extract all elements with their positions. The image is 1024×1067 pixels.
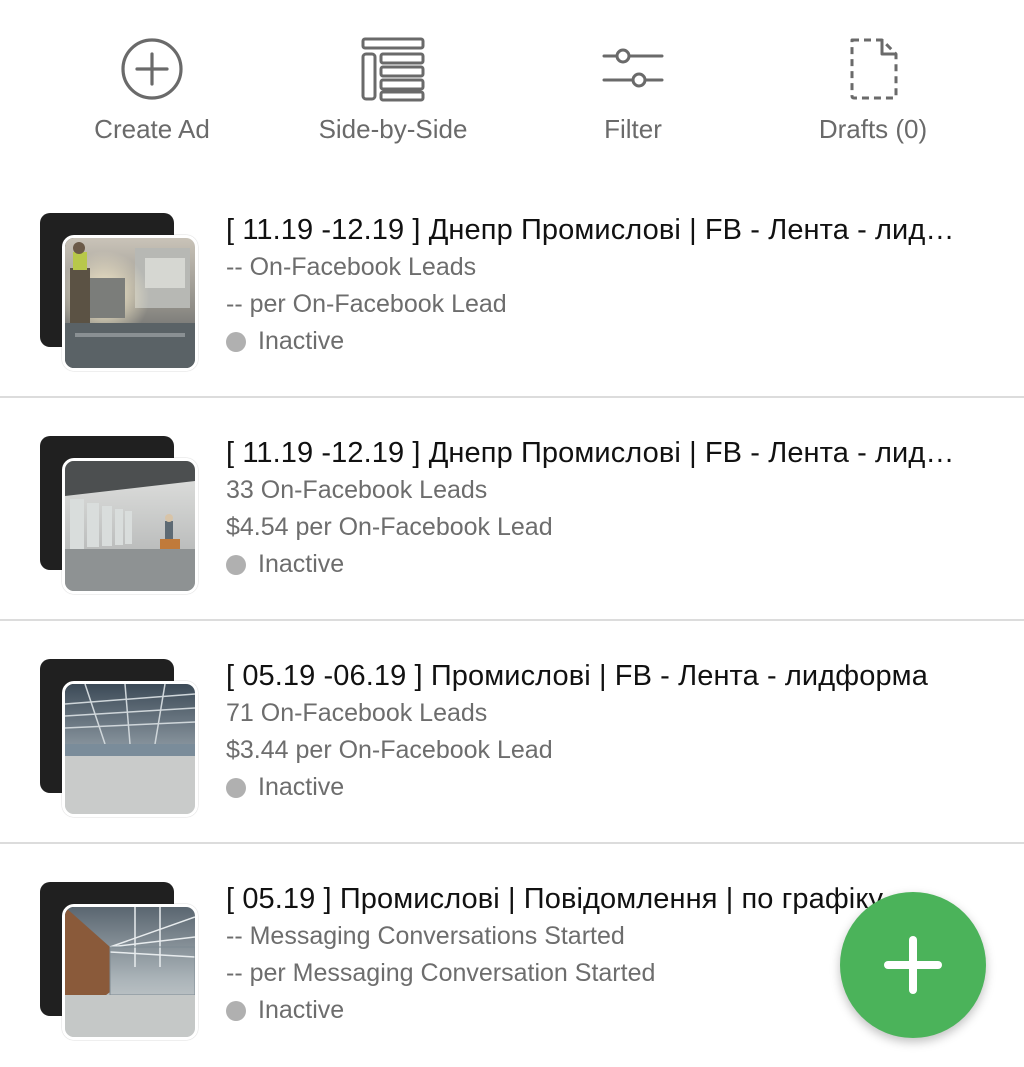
filter-label: Filter <box>604 114 662 144</box>
ad-row[interactable]: [ 05.19 -06.19 ] Промислові | FB - Лента… <box>0 621 1024 844</box>
toolbar: Create Ad Side-by-Side Filter Drafts (0) <box>0 0 1024 178</box>
ad-cost: $3.44 per On-Facebook Lead <box>226 736 553 764</box>
ad-info: [ 05.19 -06.19 ] Промислові | FB - Лента… <box>226 657 986 806</box>
ad-thumbnail <box>40 213 198 371</box>
thumbnail-image <box>62 235 198 371</box>
plus-circle-icon <box>117 34 187 104</box>
draft-icon <box>838 34 908 104</box>
status-label: Inactive <box>258 996 345 1024</box>
status-dot-icon <box>226 1000 246 1021</box>
ad-results: 71 On-Facebook Leads <box>226 699 488 727</box>
ad-results: 33 On-Facebook Leads <box>226 476 488 504</box>
ad-cost: -- per On-Facebook Lead <box>226 290 507 318</box>
ad-info: [ 11.19 -12.19 ] Днепр Промислові | FB -… <box>226 434 986 583</box>
thumbnail-image <box>62 681 198 817</box>
drafts-label: Drafts (0) <box>818 114 928 144</box>
sliders-icon <box>598 34 668 104</box>
thumbnail-image <box>62 458 198 594</box>
status-dot-icon <box>226 331 246 352</box>
thumbnail-image <box>62 904 198 1040</box>
ad-info: [ 11.19 -12.19 ] Днепр Промислові | FB -… <box>226 211 986 360</box>
side-by-side-label: Side-by-Side <box>318 114 468 144</box>
ad-thumbnail <box>40 882 198 1040</box>
ad-cost: $4.54 per On-Facebook Lead <box>226 513 553 541</box>
status-label: Inactive <box>258 550 345 578</box>
ad-row[interactable]: [ 11.19 -12.19 ] Днепр Промислові | FB -… <box>0 398 1024 621</box>
ad-title: [ 11.19 -12.19 ] Днепр Промислові | FB -… <box>226 214 956 246</box>
ad-row[interactable]: [ 11.19 -12.19 ] Днепр Промислові | FB -… <box>0 175 1024 398</box>
ad-results: -- On-Facebook Leads <box>226 253 477 281</box>
ad-thumbnail <box>40 436 198 594</box>
ad-title: [ 11.19 -12.19 ] Днепр Промислові | FB -… <box>226 437 956 469</box>
ad-thumbnail <box>40 659 198 817</box>
ad-status: Inactive <box>226 323 986 360</box>
side-by-side-icon <box>358 34 428 104</box>
create-ad-label: Create Ad <box>94 114 210 144</box>
ad-title: [ 05.19 -06.19 ] Промислові | FB - Лента… <box>226 660 928 692</box>
status-label: Inactive <box>258 773 345 801</box>
status-label: Inactive <box>258 327 345 355</box>
plus-icon <box>884 936 942 994</box>
add-fab-button[interactable] <box>840 892 986 1038</box>
ad-status: Inactive <box>226 546 986 583</box>
ad-status: Inactive <box>226 769 986 806</box>
status-dot-icon <box>226 554 246 575</box>
status-dot-icon <box>226 777 246 798</box>
